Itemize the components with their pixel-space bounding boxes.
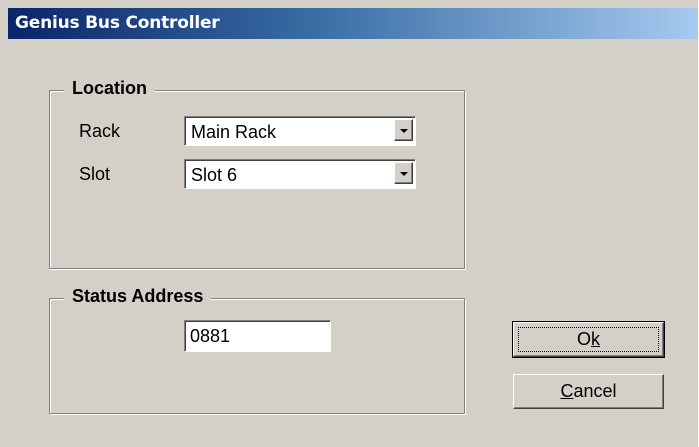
slot-label: Slot	[79, 164, 111, 184]
chevron-down-icon	[400, 172, 408, 176]
ok-label-text: O	[576, 329, 591, 349]
rack-dropdown[interactable]: Main Rack	[184, 116, 416, 146]
chevron-down-icon	[400, 129, 408, 133]
status-address-value: 0881	[190, 326, 231, 346]
title-bar[interactable]: Genius Bus Controller	[8, 8, 698, 39]
dialog-window: Genius Bus Controller Location Rack Main…	[0, 0, 698, 447]
rack-value: Main Rack	[191, 122, 277, 142]
cancel-label-text: ancel	[573, 381, 617, 401]
status-address-legend: Status Address	[64, 286, 212, 307]
location-legend: Location	[64, 78, 155, 99]
ok-mnemonic: k	[591, 329, 600, 349]
slot-dropdown[interactable]: Slot 6	[184, 159, 416, 189]
cancel-button-label: Cancel	[560, 381, 616, 401]
cancel-mnemonic: C	[560, 381, 574, 401]
window-title: Genius Bus Controller	[15, 13, 220, 33]
rack-label: Rack	[79, 121, 121, 141]
ok-button[interactable]: Ok	[512, 321, 665, 358]
cancel-button[interactable]: Cancel	[513, 374, 664, 409]
rack-dropdown-button[interactable]	[394, 119, 413, 141]
ok-button-label: Ok	[577, 329, 600, 349]
slot-value: Slot 6	[191, 165, 238, 185]
status-address-input[interactable]: 0881	[184, 320, 331, 352]
slot-dropdown-button[interactable]	[394, 162, 413, 184]
status-address-groupbox: Status Address	[49, 286, 465, 414]
